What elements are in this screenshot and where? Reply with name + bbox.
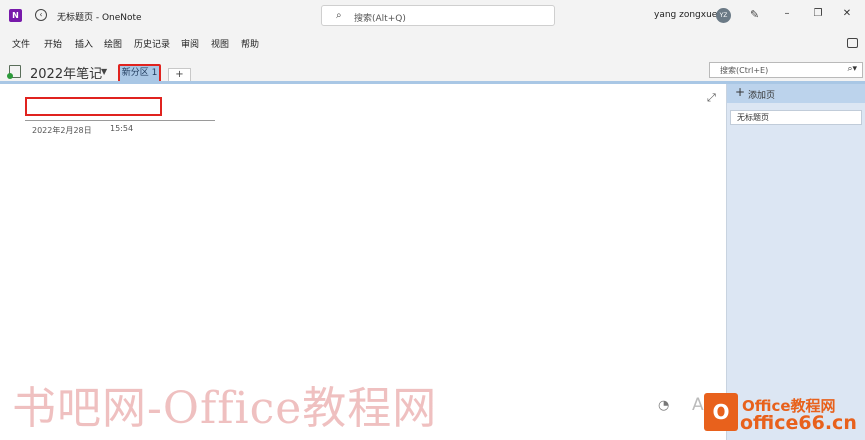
avatar[interactable]: YZ	[716, 8, 731, 23]
title-underline	[25, 120, 215, 121]
menu-file[interactable]: 文件	[12, 37, 30, 50]
search-icon[interactable]: ⌕▾	[847, 64, 857, 74]
add-page-button[interactable]: + 添加页	[727, 84, 865, 103]
notebook-icon	[7, 65, 21, 79]
search-placeholder: 搜索(Alt+Q)	[354, 14, 406, 24]
menu-history[interactable]: 历史记录	[134, 37, 170, 50]
page-search-input[interactable]: 搜索(Ctrl+E) ⌕▾	[709, 62, 863, 78]
page-search-placeholder: 搜索(Ctrl+E)	[720, 66, 769, 75]
back-button[interactable]: ‹	[35, 9, 47, 21]
watermark-partial: A	[692, 395, 704, 415]
wechat-icon: ◔	[658, 398, 670, 413]
restore-button[interactable]: ❐	[811, 8, 825, 19]
menu-review[interactable]: 审阅	[181, 37, 199, 50]
window-title: 无标题页 - OneNote	[57, 13, 142, 23]
user-name[interactable]: yang zongxue	[654, 10, 717, 20]
expand-icon[interactable]: ⤢	[707, 91, 716, 105]
page-list-pane	[726, 84, 865, 440]
menu-help[interactable]: 帮助	[241, 37, 259, 50]
search-input[interactable]: ⌕ 搜索(Alt+Q)	[321, 5, 555, 26]
add-section-button[interactable]: +	[168, 68, 191, 81]
plus-icon: +	[735, 85, 746, 99]
menu-home[interactable]: 开始	[44, 37, 62, 50]
onenote-window: N ‹ 无标题页 - OneNote ⌕ 搜索(Alt+Q) yang zong…	[0, 0, 865, 440]
brand-url: office66.cn	[740, 412, 857, 434]
office-logo-icon: O	[704, 393, 738, 431]
pen-icon[interactable]: ✎	[750, 8, 759, 21]
page-title-input[interactable]	[25, 97, 162, 116]
page-time: 15:54	[110, 124, 134, 133]
page-list-item[interactable]: 无标题页	[730, 110, 862, 125]
minimize-button[interactable]: –	[780, 8, 794, 19]
close-button[interactable]: ✕	[840, 8, 854, 19]
menu-bar	[0, 32, 865, 54]
onenote-logo-icon: N	[9, 9, 22, 22]
notebook-name[interactable]: 2022年笔记	[30, 63, 102, 82]
search-icon: ⌕	[336, 10, 342, 21]
page-date: 2022年2月28日	[32, 126, 92, 135]
menu-draw[interactable]: 绘图	[104, 37, 122, 50]
menu-view[interactable]: 视图	[211, 37, 229, 50]
menu-insert[interactable]: 插入	[75, 37, 93, 50]
watermark-text: 书吧网-Office教程网	[12, 383, 438, 434]
chevron-down-icon[interactable]: ▼	[101, 67, 107, 76]
ribbon-toggle-icon[interactable]	[847, 38, 858, 48]
add-page-label: 添加页	[748, 91, 776, 101]
